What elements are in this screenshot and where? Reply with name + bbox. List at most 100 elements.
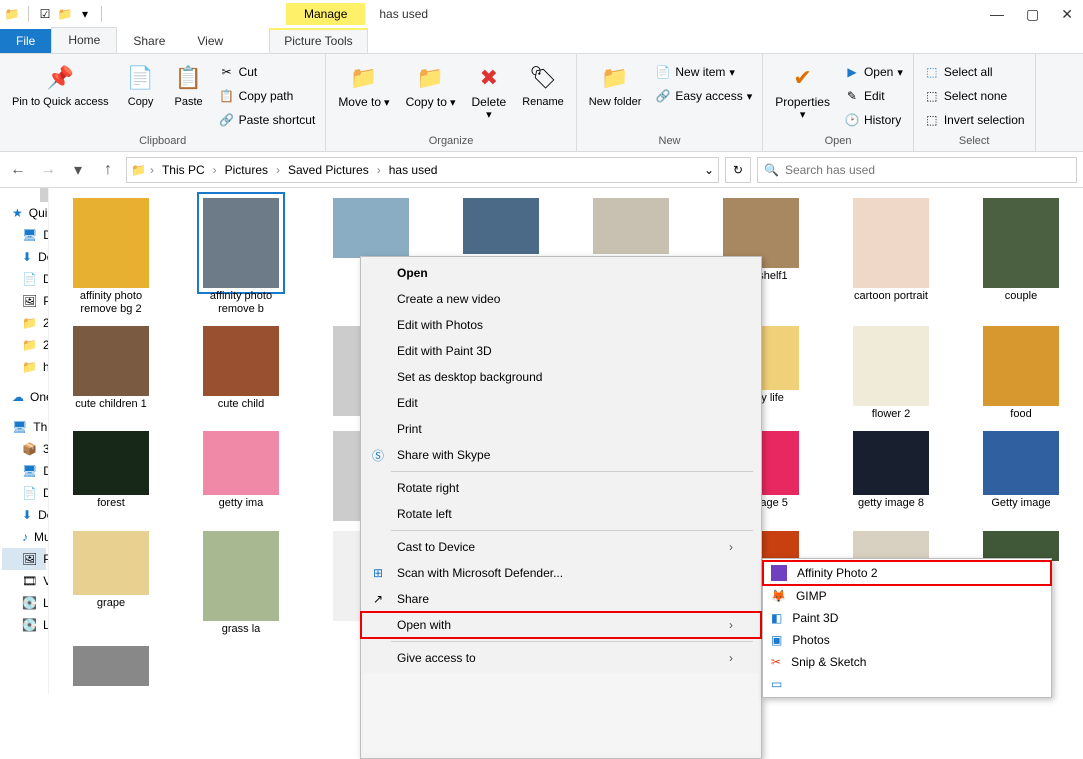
close-button[interactable]: ✕ [1061,6,1073,23]
file-thumb[interactable]: couple [965,198,1077,316]
file-thumb[interactable]: cartoon portrait [835,198,947,316]
menu-print[interactable]: Print [361,416,761,442]
menu-cast-to-device[interactable]: Cast to Device› [361,534,761,560]
submenu-affinity-photo-2[interactable]: Affinity Photo 2 [763,561,1051,585]
new-item-button[interactable]: 📄New item ▾ [653,62,754,82]
rename-button[interactable]: 🏷Rename [518,60,568,110]
submenu-photos[interactable]: ▣Photos [763,629,1051,651]
maximize-button[interactable]: ▢ [1026,6,1039,23]
file-thumb[interactable]: flower 2 [835,326,947,421]
delete-button[interactable]: ✖Delete▾ [468,60,511,123]
file-thumb[interactable]: grass la [185,531,297,636]
menu-share[interactable]: ↗Share [361,586,761,612]
file-thumb[interactable]: getty image 8 [835,431,947,521]
submenu-gimp[interactable]: 🦊GIMP [763,585,1051,607]
sidebar-item-folder[interactable]: 📁2022-12-9 how t [2,334,46,356]
sidebar-item-local-disk-c[interactable]: 💽Local Disk (C:) [2,592,46,614]
breadcrumb[interactable]: This PC [158,161,209,179]
menu-open-with[interactable]: Open with› [361,612,761,638]
breadcrumb[interactable]: has used [385,161,442,179]
easy-access-button[interactable]: 🔗Easy access ▾ [653,86,754,106]
sidebar-item-3d-objects[interactable]: 📦3D Objects [2,438,46,460]
breadcrumb[interactable]: Pictures [221,161,272,179]
edit-button[interactable]: ✎Edit [842,86,905,106]
file-thumb[interactable]: getty ima [185,431,297,521]
menu-edit[interactable]: Edit [361,390,761,416]
file-thumb[interactable]: grape [55,531,167,636]
chevron-down-icon[interactable]: ▾ [77,6,93,22]
tab-share[interactable]: Share [117,29,181,53]
sidebar-item-videos[interactable]: 🎞Videos [2,570,46,592]
sidebar-item-quick-access[interactable]: ★Quick access [2,202,46,224]
sidebar-item-documents[interactable]: 📄Documents [2,482,46,504]
tab-view[interactable]: View [181,29,239,53]
paste-shortcut-button[interactable]: 🔗Paste shortcut [217,110,318,130]
chevron-right-icon[interactable]: › [274,163,282,177]
menu-share-skype[interactable]: ⓈShare with Skype [361,442,761,468]
file-thumb[interactable] [55,646,167,686]
sidebar-item-desktop[interactable]: 🖥Desktop📌 [2,224,46,246]
sidebar-item-downloads[interactable]: ⬇Downloads📌 [2,246,46,268]
chevron-right-icon[interactable]: › [148,163,156,177]
file-thumb[interactable]: forest [55,431,167,521]
file-thumb[interactable]: food [965,326,1077,421]
sidebar-item-local-disk-d[interactable]: 💽Local Disk (D:) [2,614,46,636]
select-all-button[interactable]: ⬚Select all [922,62,1027,82]
file-thumb-selected[interactable]: affinity photo remove b [185,198,297,316]
menu-scan-defender[interactable]: ⊞Scan with Microsoft Defender... [361,560,761,586]
scrollbar[interactable] [40,188,48,202]
sidebar-item-pictures[interactable]: 🖼Pictures [2,548,46,570]
paste-button[interactable]: 📋Paste [169,60,209,110]
checkbox-icon[interactable]: ☑ [37,6,53,22]
up-button[interactable]: ↑ [96,158,120,182]
move-to-button[interactable]: 📁Move to ▾ [334,60,393,111]
sidebar-item-this-pc[interactable]: 🖥This PC [2,416,46,438]
select-none-button[interactable]: ⬚Select none [922,86,1027,106]
properties-button[interactable]: ✔Properties▾ [771,60,834,123]
tab-home[interactable]: Home [51,27,117,53]
address-bar[interactable]: 📁 › This PC › Pictures › Saved Pictures … [126,157,719,183]
sidebar-item-desktop[interactable]: 🖥Desktop [2,460,46,482]
sidebar-item-music[interactable]: ♪Music [2,526,46,548]
pin-to-quick-access-button[interactable]: 📌Pin to Quick access [8,60,113,110]
search-input[interactable]: 🔍 [757,157,1077,183]
breadcrumb[interactable]: Saved Pictures [284,161,373,179]
file-thumb[interactable]: Getty image [965,431,1077,521]
new-folder-button[interactable]: 📁New folder [585,60,646,110]
chevron-right-icon[interactable]: › [211,163,219,177]
file-thumb[interactable]: affinity photo remove bg 2 [55,198,167,316]
copy-button[interactable]: 📄Copy [121,60,161,110]
copy-path-button[interactable]: 📋Copy path [217,86,318,106]
menu-set-background[interactable]: Set as desktop background [361,364,761,390]
submenu-snip-sketch[interactable]: ✂Snip & Sketch [763,651,1051,673]
recent-locations-button[interactable]: ▾ [66,158,90,182]
search-field[interactable] [785,163,1070,177]
menu-edit-photos[interactable]: Edit with Photos [361,312,761,338]
sidebar-item-downloads[interactable]: ⬇Downloads [2,504,46,526]
cut-button[interactable]: ✂Cut [217,62,318,82]
folder-icon[interactable]: 📁 [57,6,73,22]
tab-file[interactable]: File [0,29,51,53]
chevron-down-icon[interactable]: ⌄ [704,163,714,177]
sidebar-item-folder[interactable]: 📁has used [2,356,46,378]
sidebar-item-documents[interactable]: 📄Documents📌 [2,268,46,290]
sidebar-item-folder[interactable]: 📁2022-12-09 how [2,312,46,334]
menu-rotate-right[interactable]: Rotate right [361,475,761,501]
history-button[interactable]: 🕑History [842,110,905,130]
file-thumb[interactable]: cute child [185,326,297,421]
submenu-more[interactable]: ▭ [763,673,1051,695]
chevron-right-icon[interactable]: › [375,163,383,177]
open-button[interactable]: ▶Open ▾ [842,62,905,82]
submenu-paint3d[interactable]: ◧Paint 3D [763,607,1051,629]
manage-context-tab[interactable]: Manage [286,3,365,25]
sidebar-item-pictures[interactable]: 🖼Pictures📌 [2,290,46,312]
back-button[interactable]: ← [6,158,30,182]
tab-picture-tools[interactable]: Picture Tools [269,28,367,53]
sidebar-item-onedrive[interactable]: ☁OneDrive [2,386,46,408]
menu-create-video[interactable]: Create a new video [361,286,761,312]
copy-to-button[interactable]: 📁Copy to ▾ [402,60,460,111]
menu-open[interactable]: Open [361,260,761,286]
invert-selection-button[interactable]: ⬚Invert selection [922,110,1027,130]
menu-edit-paint3d[interactable]: Edit with Paint 3D [361,338,761,364]
file-thumb[interactable]: cute children 1 [55,326,167,421]
